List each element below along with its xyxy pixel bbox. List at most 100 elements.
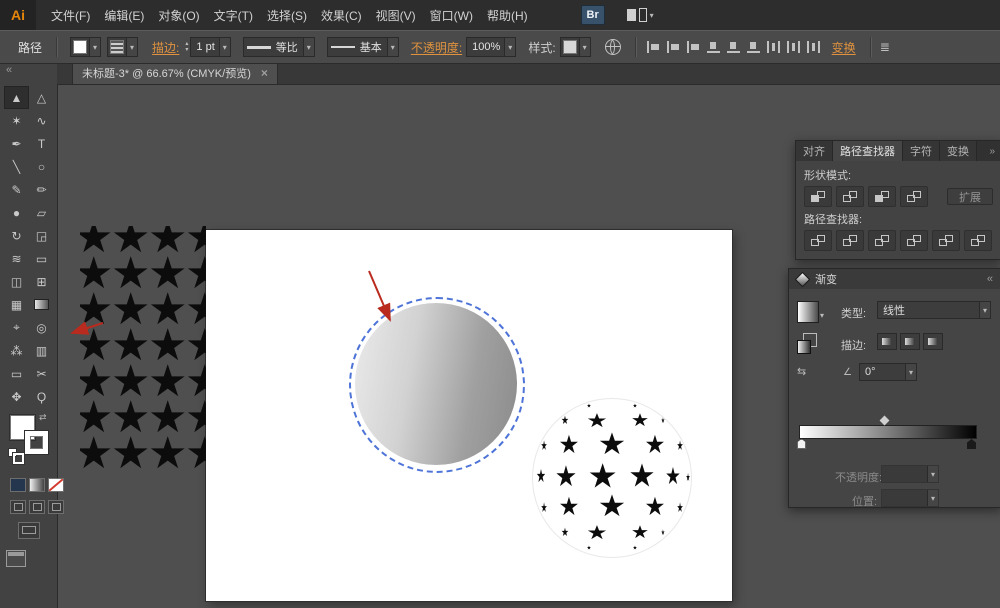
menu-effect[interactable]: 效果(C): [314, 0, 369, 30]
blob-brush-tool[interactable]: ●: [4, 201, 29, 224]
draw-normal-button[interactable]: [10, 500, 26, 514]
minus-back-button[interactable]: [964, 230, 992, 251]
gradient-panel-header[interactable]: 渐变 «: [789, 269, 1000, 290]
draw-inside-button[interactable]: [48, 500, 64, 514]
align-right-icon[interactable]: [687, 41, 700, 53]
app-logo[interactable]: Ai: [0, 0, 36, 30]
hand-tool[interactable]: ✥: [4, 385, 29, 408]
tab-align[interactable]: 对齐: [796, 141, 833, 161]
gradient-type-dropdown[interactable]: 线性▾: [877, 301, 991, 319]
crop-button[interactable]: [900, 230, 928, 251]
gradient-within-stroke-icon[interactable]: [877, 333, 897, 350]
tab-transform[interactable]: 变换: [940, 141, 977, 161]
mesh-tool[interactable]: ▦: [4, 293, 29, 316]
draw-behind-button[interactable]: [29, 500, 45, 514]
width-profile-combo[interactable]: 等比▾: [243, 37, 315, 57]
unite-button[interactable]: [804, 186, 832, 207]
divide-button[interactable]: [804, 230, 832, 251]
artboard-tool[interactable]: ▭: [4, 362, 29, 385]
screen-mode-button[interactable]: [18, 522, 40, 539]
width-tool[interactable]: ≋: [4, 247, 29, 270]
fill-stroke-boxes-icon[interactable]: [797, 333, 817, 353]
tab-pathfinder[interactable]: 路径查找器: [833, 141, 903, 161]
brush-definition-combo[interactable]: 基本▾: [327, 37, 399, 57]
menu-help[interactable]: 帮助(H): [480, 0, 535, 30]
gradient-swatch-menu-icon[interactable]: ▾: [820, 311, 824, 320]
rotate-tool[interactable]: ↻: [4, 224, 29, 247]
bridge-button[interactable]: Br: [581, 5, 605, 25]
perspective-grid-tool[interactable]: ⊞: [29, 270, 54, 293]
panel-overflow-icon[interactable]: »: [983, 141, 1000, 161]
scale-tool[interactable]: ◲: [29, 224, 54, 247]
exclude-button[interactable]: [900, 186, 928, 207]
gradient-tool[interactable]: [29, 293, 54, 316]
transform-link[interactable]: 变换: [832, 39, 856, 56]
menu-type[interactable]: 文字(T): [207, 0, 260, 30]
workspace-switcher-icon[interactable]: ▾: [627, 8, 654, 22]
align-left-icon[interactable]: [647, 41, 660, 53]
align-v-center-icon[interactable]: [727, 41, 740, 53]
gradient-collapse-icon[interactable]: «: [987, 273, 993, 285]
paintbrush-tool[interactable]: ✎: [4, 178, 29, 201]
menu-object[interactable]: 对象(O): [151, 0, 206, 30]
gradient-angle-dropdown[interactable]: 0°▾: [859, 363, 917, 381]
distribute-right-icon[interactable]: [807, 41, 820, 53]
blend-tool[interactable]: ◎: [29, 316, 54, 339]
reverse-gradient-icon[interactable]: ⇆: [797, 365, 806, 378]
stroke-link[interactable]: 描边:: [152, 39, 179, 56]
gradient-opacity-dropdown[interactable]: ▾: [881, 465, 939, 483]
zoom-tool[interactable]: Ϙ: [29, 385, 54, 408]
menu-select[interactable]: 选择(S): [260, 0, 314, 30]
menu-view[interactable]: 视图(V): [369, 0, 423, 30]
none-button[interactable]: [48, 478, 64, 492]
default-fill-stroke-icon[interactable]: [8, 448, 22, 462]
shape-builder-tool[interactable]: ◫: [4, 270, 29, 293]
fill-color-combo[interactable]: ▾: [70, 37, 101, 57]
stroke-color-combo[interactable]: ▾: [107, 37, 138, 57]
eyedropper-tool[interactable]: ⌖: [4, 316, 29, 339]
tab-character[interactable]: 字符: [903, 141, 940, 161]
trim-button[interactable]: [836, 230, 864, 251]
gradient-button[interactable]: [29, 478, 45, 492]
gradient-position-dropdown[interactable]: ▾: [881, 489, 939, 507]
menu-window[interactable]: 窗口(W): [423, 0, 480, 30]
collapsed-panel-icon[interactable]: [6, 550, 26, 567]
stroke-weight-field[interactable]: 1 pt▾: [190, 37, 230, 57]
opacity-link[interactable]: 不透明度:: [411, 39, 462, 56]
globe-icon[interactable]: [605, 39, 621, 55]
minus-front-button[interactable]: [836, 186, 864, 207]
menu-edit[interactable]: 编辑(E): [97, 0, 151, 30]
color-button[interactable]: [10, 478, 26, 492]
free-transform-tool[interactable]: ▭: [29, 247, 54, 270]
lasso-tool[interactable]: ∿: [29, 109, 54, 132]
merge-button[interactable]: [868, 230, 896, 251]
symbol-sprayer-tool[interactable]: ⁂: [4, 339, 29, 362]
gradient-slider[interactable]: [799, 425, 977, 439]
pen-tool[interactable]: ✒: [4, 132, 29, 155]
swap-fill-stroke-icon[interactable]: ⇄: [39, 412, 47, 423]
star-sphere-pattern[interactable]: ★★★★★★★★★★★★★★★★★★★★★★★★★★★★: [532, 398, 692, 558]
magic-wand-tool[interactable]: ✶: [4, 109, 29, 132]
stroke-weight-stepper[interactable]: ▴▾: [185, 42, 188, 53]
style-combo[interactable]: ▾: [560, 37, 591, 57]
gradient-midpoint[interactable]: [880, 416, 890, 426]
menu-file[interactable]: 文件(F): [44, 0, 97, 30]
line-segment-tool[interactable]: ╲: [4, 155, 29, 178]
more-options-icon[interactable]: ≣: [880, 40, 890, 54]
align-bottom-icon[interactable]: [747, 41, 760, 53]
gradient-stop-right[interactable]: [967, 439, 976, 449]
outline-button[interactable]: [932, 230, 960, 251]
intersect-button[interactable]: [868, 186, 896, 207]
pencil-tool[interactable]: ✏: [29, 178, 54, 201]
gradient-stop-left[interactable]: [797, 439, 806, 449]
tools-collapse-icon[interactable]: «: [0, 62, 57, 84]
column-graph-tool[interactable]: ▥: [29, 339, 54, 362]
distribute-left-icon[interactable]: [767, 41, 780, 53]
opacity-field[interactable]: 100%▾: [466, 37, 516, 57]
selection-tool[interactable]: ▲: [4, 86, 29, 109]
align-top-icon[interactable]: [707, 41, 720, 53]
eraser-tool[interactable]: ▱: [29, 201, 54, 224]
close-tab-icon[interactable]: ×: [261, 66, 268, 80]
document-tab[interactable]: 未标题-3* @ 66.67% (CMYK/预览) ×: [72, 62, 278, 84]
gradient-sphere[interactable]: [355, 303, 517, 465]
